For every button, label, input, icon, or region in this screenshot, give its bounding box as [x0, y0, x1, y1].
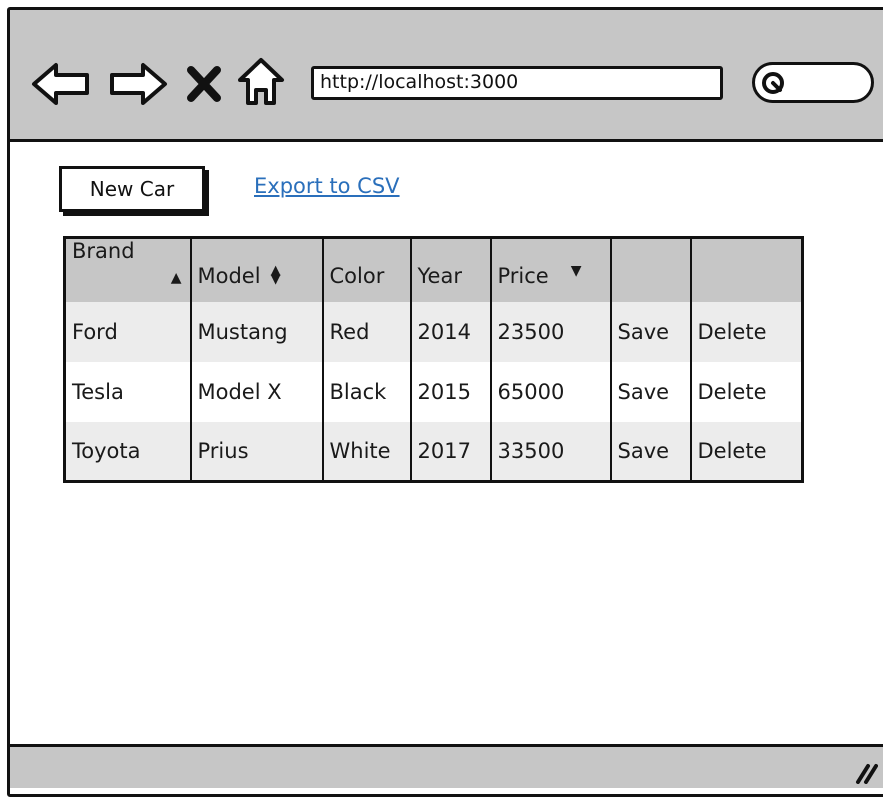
cell-brand[interactable]: Tesla	[63, 361, 192, 422]
cell-year[interactable]: 2014	[409, 301, 492, 362]
table-row: Tesla Model X Black 2015 65000 Save Dele…	[63, 361, 804, 422]
delete-button[interactable]: Delete	[689, 301, 804, 362]
cell-model[interactable]: Prius	[189, 421, 324, 482]
cell-year[interactable]: 2015	[409, 361, 492, 422]
cell-price[interactable]: 65000	[489, 361, 612, 422]
save-button[interactable]: Save	[609, 361, 692, 422]
column-label: Price	[497, 263, 549, 288]
column-label: Model	[197, 263, 261, 288]
cell-color[interactable]: Black	[321, 361, 412, 422]
column-header-model[interactable]: Model ▲ ▼	[189, 237, 324, 302]
cell-model[interactable]: Model X	[189, 361, 324, 422]
cell-price[interactable]: 23500	[489, 301, 612, 362]
cell-price[interactable]: 33500	[489, 421, 612, 482]
table-row: Toyota Prius White 2017 33500 Save Delet…	[63, 421, 804, 482]
new-car-button[interactable]: New Car	[59, 166, 205, 212]
sort-ascending-icon[interactable]: ▲	[171, 270, 182, 286]
column-label: Year	[417, 263, 462, 288]
search-icon	[762, 72, 784, 94]
forward-arrow-icon[interactable]	[107, 60, 169, 108]
export-csv-link[interactable]: Export to CSV	[254, 174, 400, 198]
cell-year[interactable]: 2017	[409, 421, 492, 482]
cell-color[interactable]: Red	[321, 301, 412, 362]
sort-descending-icon[interactable]: ▼	[571, 263, 582, 279]
address-bar[interactable]: http://localhost:3000	[311, 66, 723, 100]
cell-brand[interactable]: Toyota	[63, 421, 192, 482]
delete-button[interactable]: Delete	[689, 421, 804, 482]
column-label: Brand	[72, 239, 135, 263]
column-header-year[interactable]: Year	[409, 237, 492, 302]
column-header-color[interactable]: Color	[321, 237, 412, 302]
table-header-row: Brand ▲ Model ▲ ▼ Color Year Price ▼	[63, 237, 804, 302]
column-header-delete	[689, 237, 804, 302]
search-field[interactable]	[752, 62, 874, 103]
back-arrow-icon[interactable]	[30, 60, 92, 108]
column-header-price[interactable]: Price ▼	[489, 237, 612, 302]
cell-brand[interactable]: Ford	[63, 301, 192, 362]
url-text: http://localhost:3000	[320, 71, 519, 93]
column-header-save	[609, 237, 692, 302]
cars-table: Brand ▲ Model ▲ ▼ Color Year Price ▼ For…	[63, 236, 804, 483]
home-icon[interactable]	[236, 56, 286, 108]
column-header-brand[interactable]: Brand ▲	[63, 237, 192, 302]
sort-toggle-icon[interactable]: ▲ ▼	[271, 264, 281, 286]
cell-color[interactable]: White	[321, 421, 412, 482]
table-row: Ford Mustang Red 2014 23500 Save Delete	[63, 301, 804, 362]
save-button[interactable]: Save	[609, 421, 692, 482]
close-icon[interactable]	[186, 64, 222, 104]
delete-button[interactable]: Delete	[689, 361, 804, 422]
cell-model[interactable]: Mustang	[189, 301, 324, 362]
save-button[interactable]: Save	[609, 301, 692, 362]
resize-grip-icon[interactable]	[852, 758, 878, 784]
column-label: Color	[329, 263, 385, 288]
status-bar	[10, 744, 883, 788]
